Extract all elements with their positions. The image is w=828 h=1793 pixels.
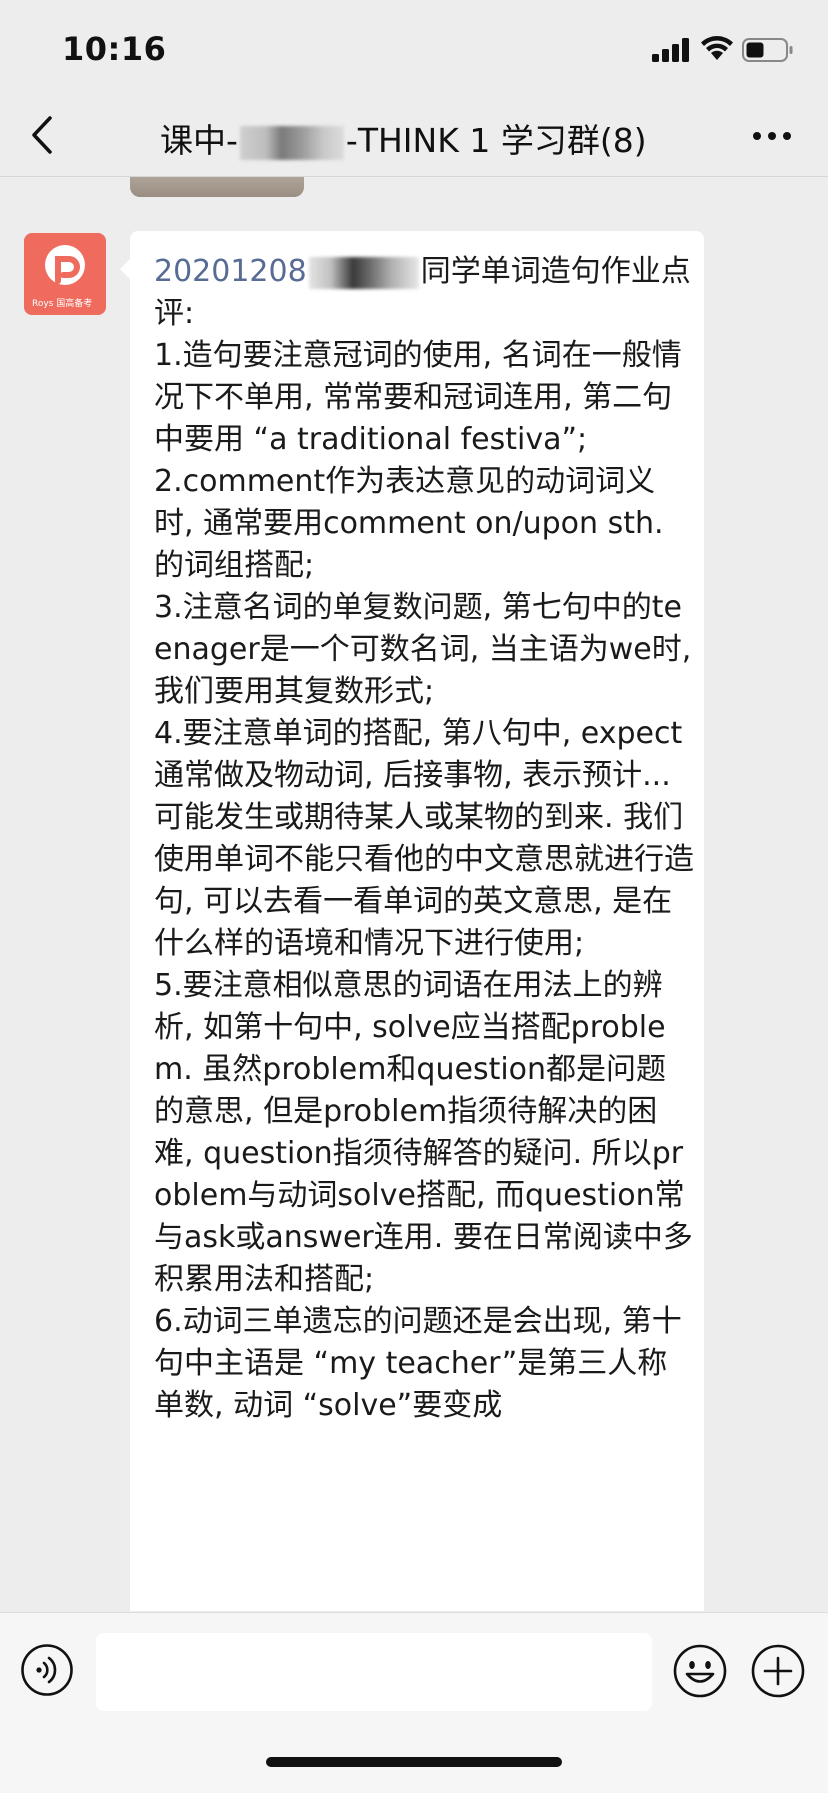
message-text: 20201208 同学单词造句作业点评: 1.造句要注意冠词的使用, 名词在一般情… xyxy=(154,251,694,1427)
previous-image-message[interactable] xyxy=(130,177,304,197)
home-indicator xyxy=(266,1757,562,1767)
redacted-student-name xyxy=(308,256,419,289)
avatar-logo-text: Roys 国高备考 xyxy=(32,299,93,309)
more-options-icon[interactable] xyxy=(752,124,792,148)
message-bubble[interactable]: 20201208 同学单词造句作业点评: 1.造句要注意冠词的使用, 名词在一般情… xyxy=(120,231,704,1611)
chat-header: 课中- -THINK 1 学习群(8) xyxy=(0,96,828,177)
voice-input-icon[interactable] xyxy=(20,1643,74,1697)
chat-title-suffix: -THINK 1 学习群(8) xyxy=(345,121,647,160)
wifi-icon xyxy=(701,36,733,60)
battery-icon xyxy=(742,38,793,62)
emoji-icon[interactable] xyxy=(672,1643,728,1699)
back-arrow-icon[interactable] xyxy=(28,114,56,156)
message-text-input[interactable] xyxy=(96,1633,652,1711)
sender-avatar[interactable]: Roys 国高备考 xyxy=(24,233,106,315)
redacted-name-blur xyxy=(239,125,344,160)
chat-message-list[interactable]: Roys 国高备考 20201208 同学单词造句作业点评: 1.造句要注意冠词的… xyxy=(0,177,828,1611)
roys-logo-icon xyxy=(45,245,85,285)
add-plus-icon[interactable] xyxy=(750,1643,806,1699)
status-time: 10:16 xyxy=(62,30,167,68)
message-date-link[interactable]: 20201208 xyxy=(154,254,307,289)
chat-title-prefix: 课中- xyxy=(160,121,238,160)
cellular-signal-icon xyxy=(652,38,689,62)
status-bar: 10:16 xyxy=(0,0,828,96)
message-body: 1.造句要注意冠词的使用, 名词在一般情况下不单用, 常常要和冠词连用, 第二句… xyxy=(154,338,694,1423)
chat-title: 课中- -THINK 1 学习群(8) xyxy=(160,114,720,162)
